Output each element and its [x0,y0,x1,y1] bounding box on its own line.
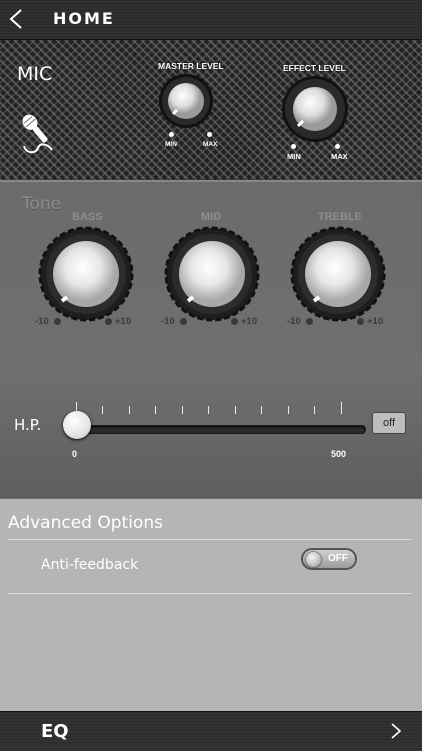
mid-min-dot [180,318,187,325]
mid-min: -10 [161,316,175,327]
effect-level-knob[interactable] [281,75,349,143]
mid-knob[interactable] [164,226,260,322]
hp-tick [314,406,315,414]
eq-label: EQ [41,721,69,742]
divider [8,593,412,594]
hp-tick [102,406,103,414]
hp-slider-track[interactable] [69,425,366,434]
hp-tick [235,406,236,414]
effect-level-label: EFFECT LEVEL [283,63,346,73]
mid-label: MID [201,211,222,223]
advanced-options-title: Advanced Options [8,513,163,533]
hp-tick [182,406,183,414]
effect-level-min-dot [291,144,296,149]
microphone-icon [22,114,53,154]
mid-max-dot [231,318,238,325]
treble-max-dot [357,318,364,325]
bass-min: -10 [35,316,49,327]
hp-tick [341,402,342,414]
hp-min-label: 0 [72,449,78,459]
bass-max-dot [105,318,112,325]
anti-feedback-label: Anti-feedback [41,557,139,573]
hp-max-label: 500 [331,449,347,459]
top-bar: HOME [0,0,422,40]
toggle-knob [306,552,321,567]
mic-panel: MIC MASTER LEVEL MIN MAX EFFECT LEVEL MI… [0,40,422,182]
hp-toggle-button[interactable]: off [372,412,406,434]
hp-tick [208,406,209,414]
treble-min-dot [306,318,313,325]
bass-label: BASS [72,211,103,223]
effect-level-max: MAX [331,152,348,161]
treble-label: TREBLE [318,211,362,223]
chevron-left-icon[interactable] [6,8,28,30]
hp-tick [288,406,289,414]
anti-feedback-toggle[interactable]: OFF [301,548,357,570]
hp-tick [129,406,130,414]
hp-scale [76,402,346,416]
master-level-max: MAX [203,141,218,148]
master-level-max-dot [207,132,212,137]
effect-level-max-dot [335,144,340,149]
bass-max: +10 [115,316,132,327]
divider [8,539,412,540]
tone-title: Tone [22,194,62,214]
master-level-min: MIN [165,141,177,148]
master-level-min-dot [169,132,174,137]
treble-min: -10 [287,316,301,327]
hp-slider-thumb[interactable] [63,411,91,439]
bass-knob[interactable] [38,226,134,322]
effect-level-min: MIN [287,152,301,161]
advanced-options-panel: Advanced Options Anti-feedback OFF [0,499,422,711]
toggle-state: OFF [328,553,348,564]
treble-knob[interactable] [290,226,386,322]
eq-nav-bar[interactable]: EQ [0,711,422,751]
mic-title: MIC [17,63,53,85]
master-level-knob[interactable] [158,73,214,129]
hp-tick [261,406,262,414]
tone-panel: Tone BASS -10 +10 MID -10 +10 TREBLE -10… [0,182,422,498]
page-title: HOME [53,9,115,28]
master-level-label: MASTER LEVEL [158,61,224,71]
hp-label: H.P. [14,416,42,434]
bass-min-dot [54,318,61,325]
chevron-right-icon[interactable] [388,722,404,740]
hp-tick [155,406,156,414]
treble-max: +10 [367,316,384,327]
mid-max: +10 [241,316,258,327]
